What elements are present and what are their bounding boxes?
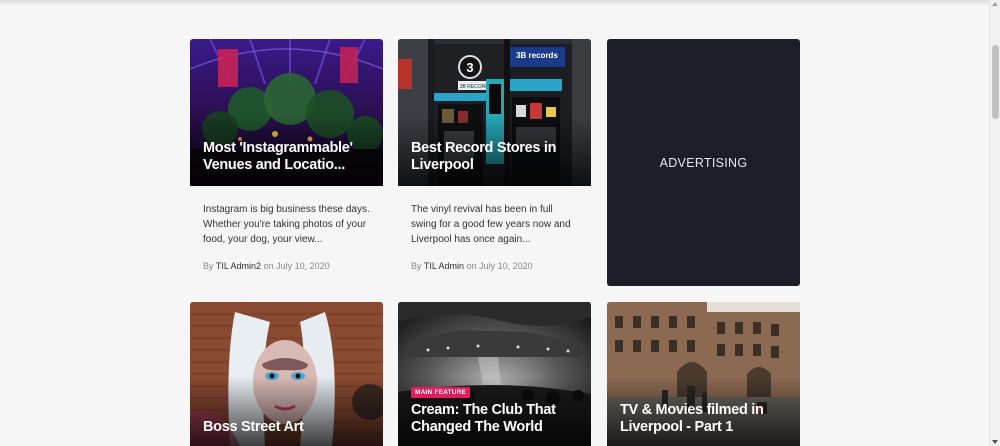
byline-prefix: By [203,261,214,271]
article-title[interactable]: Boss Street Art [203,419,373,436]
byline-prefix: By [411,261,422,271]
advertising-slot[interactable]: ADVERTISING [607,39,800,286]
scroll-thumb[interactable] [992,45,999,119]
byline-on: on [263,261,274,271]
main-feature-badge: MAIN FEATURE [411,387,471,398]
article-title[interactable]: Cream: The Club That Changed The World [411,402,581,436]
article-excerpt: Instagram is big business these days. Wh… [203,204,370,245]
author-link[interactable]: TIL Admin2 [216,261,261,271]
byline-on: on [466,261,477,271]
header-shadow [0,0,989,6]
article-image[interactable]: TV & Movies filmed in Liverpool - Part 1 [607,302,800,446]
advertising-label: ADVERTISING [659,155,748,170]
page-scrollbar[interactable] [989,0,1000,446]
article-card-tv-movies[interactable]: TV & Movies filmed in Liverpool - Part 1 [607,302,800,446]
scroll-up-arrow-icon[interactable] [992,2,998,6]
article-excerpt: The vinyl revival has been in full swing… [411,204,571,245]
article-byline: By TIL Admin2 on July 10, 2020 [203,261,330,271]
article-image[interactable]: 3 3B RECORDS 3B records Best Record Stor… [398,39,591,186]
scroll-down-arrow-icon[interactable] [992,440,998,444]
article-card-instagrammable[interactable]: Most 'Instagrammable' Venues and Locatio… [190,39,383,279]
article-card-cream[interactable]: MAIN FEATURE Cream: The Club That Change… [398,302,591,446]
svg-text:3: 3 [466,60,473,75]
article-title[interactable]: Best Record Stores in Liverpool [411,140,581,174]
svg-text:3B records: 3B records [516,51,558,60]
article-image[interactable]: Most 'Instagrammable' Venues and Locatio… [190,39,383,186]
article-title[interactable]: Most 'Instagrammable' Venues and Locatio… [203,140,373,174]
article-image[interactable]: Boss Street Art [190,302,383,446]
article-title[interactable]: TV & Movies filmed in Liverpool - Part 1 [620,402,790,436]
article-card-street-art[interactable]: Boss Street Art [190,302,383,446]
article-card-record-stores[interactable]: 3 3B RECORDS 3B records Best Record Stor… [398,39,591,279]
article-byline: By TIL Admin on July 10, 2020 [411,261,533,271]
publish-date: July 10, 2020 [479,261,533,271]
author-link[interactable]: TIL Admin [424,261,464,271]
publish-date: July 10, 2020 [276,261,330,271]
article-image[interactable]: MAIN FEATURE Cream: The Club That Change… [398,302,591,446]
